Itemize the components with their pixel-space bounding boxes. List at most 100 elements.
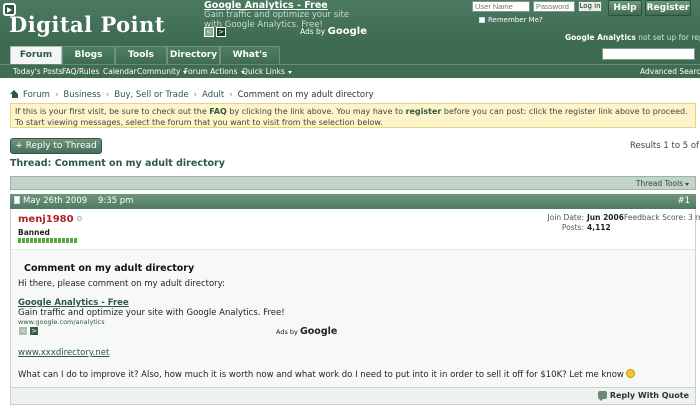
search-input[interactable]	[602, 48, 695, 60]
join-date-label: Join Date:	[547, 213, 584, 222]
post-number-link[interactable]: #1	[677, 196, 690, 206]
ads-by-label: Ads by	[300, 27, 326, 36]
subnav-quick-links-label: Quick Links	[242, 67, 285, 76]
breadcrumb-adult[interactable]: Adult	[202, 90, 224, 100]
thread-toolbar: Thread Tools	[10, 176, 696, 190]
breadcrumb: Forum › Business › Buy, Sell or Trade › Adult ›…	[10, 90, 374, 100]
inline-ad-url[interactable]: www.google.com/analytics	[18, 318, 105, 326]
breadcrumb-separator: ›	[54, 90, 59, 100]
reply-with-quote-button[interactable]: Reply With Quote	[597, 391, 689, 401]
subnav-faq-rules[interactable]: FAQ/Rules	[62, 67, 99, 76]
remember-me-checkbox[interactable]: Remember Me?	[479, 16, 543, 24]
tab-whats-new[interactable]: What's New?	[220, 46, 280, 76]
subnav-community-label: Community	[137, 67, 181, 76]
tab-forum[interactable]: Forum	[10, 46, 62, 64]
thread-tools-menu[interactable]: Thread Tools	[636, 179, 689, 188]
breadcrumb-current: Comment on my adult directory	[237, 90, 374, 100]
subnav-todays-posts[interactable]: Today's Posts	[13, 67, 63, 76]
feedback-label: Feedback Score:	[623, 213, 686, 222]
post-user-info: menj1980 Banned Join Date: Jun 2006 Feedba…	[10, 209, 700, 249]
user-title: Banned	[18, 228, 50, 237]
posts-count: 4,112	[587, 223, 611, 232]
reply-to-thread-button[interactable]: + Reply to Thread	[10, 138, 102, 154]
ad-next-icon[interactable]: >	[216, 27, 226, 37]
remember-me-label: Remember Me?	[488, 16, 543, 24]
breadcrumb-forum[interactable]: Forum	[23, 90, 50, 100]
offline-status-icon	[76, 216, 82, 221]
inline-ad-title[interactable]: Google Analytics - Free	[18, 298, 129, 308]
logo-text: Digital Point	[9, 12, 166, 37]
subnav-calendar[interactable]: Calendar	[103, 67, 137, 76]
subnav-community[interactable]: Community	[137, 67, 188, 76]
thread-title-prefix: Thread:	[10, 158, 55, 169]
ad-next-icon[interactable]: >	[29, 326, 39, 336]
sub-nav: Today's Posts FAQ/Rules Calendar Communi…	[0, 64, 700, 78]
header-ad-nav: < >	[204, 27, 226, 37]
notice-register-link[interactable]: register	[406, 107, 442, 116]
post-time-text: 9:35 pm	[97, 196, 134, 206]
login-form: Log in Remember Me?	[472, 1, 602, 29]
ga-brand: Google Analytics	[565, 33, 636, 42]
register-button[interactable]: Register	[645, 0, 691, 16]
checkbox-icon	[479, 17, 485, 23]
subnav-quick-links[interactable]: Quick Links	[242, 67, 292, 76]
subnav-forum-actions[interactable]: Forum Actions	[184, 67, 245, 76]
speech-bubble-icon	[597, 391, 607, 401]
tab-directory[interactable]: Directory	[167, 46, 220, 64]
smiley-icon	[625, 369, 635, 378]
notice-faq-link[interactable]: FAQ	[209, 107, 227, 116]
subnav-forum-actions-label: Forum Actions	[184, 67, 238, 76]
notice-text: If this is your first visit, be sure to …	[15, 107, 210, 116]
inline-ad: Google Analytics - Free Gain traffic and…	[18, 298, 337, 338]
breadcrumb-separator: ›	[229, 90, 233, 100]
join-date-value: Jun 2006	[587, 213, 624, 222]
post-date: May 26th 2009 9:35 pm	[14, 196, 133, 206]
breadcrumb-buy-sell-trade[interactable]: Buy, Sell or Trade	[114, 90, 188, 100]
help-button[interactable]: Help	[608, 0, 642, 16]
results-count: Results 1 to 5 of 5	[630, 141, 700, 151]
user-stats: Join Date:Jun 2006Feedback Score: 3 revi…	[539, 213, 700, 233]
home-icon[interactable]	[10, 90, 19, 98]
thread-tools-label: Thread Tools	[635, 179, 683, 188]
post-author: menj1980	[18, 214, 82, 225]
username-link[interactable]: menj1980	[18, 214, 74, 225]
advanced-search-link[interactable]: Advanced Search	[640, 67, 700, 76]
breadcrumb-separator: ›	[105, 90, 110, 100]
post-message-text: What can I do to improve it? Also, how m…	[18, 370, 624, 380]
feedback-score: Feedback Score: 3 reviews	[624, 213, 700, 223]
post-footer: Reply With Quote	[10, 388, 696, 405]
breadcrumb-separator: ›	[193, 90, 198, 100]
post-intro: Hi there, please comment on my adult dir…	[18, 279, 225, 289]
reply-with-quote-label: Reply With Quote	[609, 391, 689, 400]
tab-blogs[interactable]: Blogs	[62, 46, 115, 64]
first-visit-notice: If this is your first visit, be sure to …	[10, 103, 696, 128]
post-message: What can I do to improve it? Also, how m…	[18, 369, 635, 380]
google-label: Google	[327, 26, 367, 37]
site-header: Digital Point Google Analytics - Free Ga…	[0, 0, 700, 44]
breadcrumb-business[interactable]: Business	[63, 90, 100, 100]
post-directory-link[interactable]: www.xxxdirectory.net	[18, 348, 109, 358]
tab-tools[interactable]: Tools	[115, 46, 167, 64]
ad-prev-icon[interactable]: <	[204, 27, 214, 37]
chevron-down-icon	[287, 70, 292, 74]
username-input[interactable]	[472, 1, 530, 12]
site-logo[interactable]: Digital Point	[3, 2, 165, 40]
inline-ad-description: Gain traffic and optimize your site with…	[18, 308, 285, 318]
password-input[interactable]	[533, 1, 575, 12]
reputation-bar[interactable]	[18, 238, 77, 243]
header-ads-by-google[interactable]: Ads by Google	[300, 26, 367, 37]
posts-label: Posts:	[561, 223, 584, 232]
post-header: May 26th 2009 9:35 pm #1	[10, 194, 696, 209]
inline-ads-by-google[interactable]: Ads by Google	[276, 326, 337, 337]
notice-text: by clicking the link above. You may have…	[226, 107, 406, 116]
login-button[interactable]: Log in	[578, 1, 602, 12]
main-nav: Forum Blogs Tools Directory What's New?	[0, 44, 700, 76]
header-ad: Google Analytics - Free Gain traffic and…	[204, 0, 384, 40]
post-body: Comment on my adult directory Hi there, …	[10, 249, 696, 388]
ad-prev-icon[interactable]: <	[18, 326, 28, 336]
post-title: Comment on my adult directory	[24, 263, 195, 274]
feedback-reviews-link[interactable]: 3 reviews	[688, 213, 700, 222]
google-label: Google	[299, 326, 338, 337]
thread-title-text: Comment on my adult directory	[54, 158, 225, 169]
thread-title: Thread: Comment on my adult directory	[10, 158, 225, 169]
